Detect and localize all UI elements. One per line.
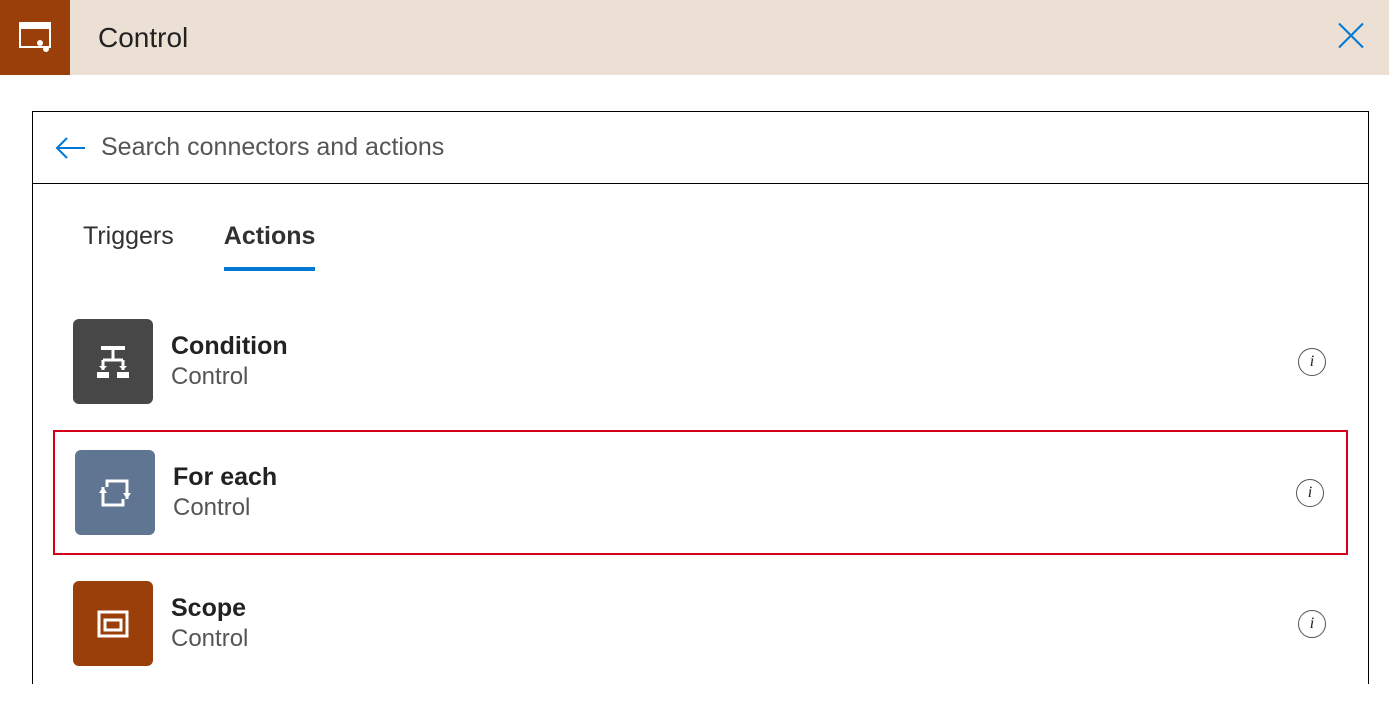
search-input[interactable] [101, 133, 1350, 162]
action-item-scope[interactable]: Scope Control i [53, 563, 1348, 684]
action-picker-panel: Triggers Actions Condition Co [32, 111, 1369, 684]
tab-actions[interactable]: Actions [224, 222, 316, 271]
action-subtitle: Control [171, 625, 1298, 653]
panel-header: Control [0, 0, 1389, 75]
back-button[interactable] [51, 129, 89, 167]
action-list: Condition Control i For each Control i [33, 271, 1368, 684]
info-icon[interactable]: i [1298, 348, 1326, 376]
condition-icon [73, 319, 153, 404]
action-item-foreach[interactable]: For each Control i [53, 430, 1348, 555]
search-bar [33, 112, 1368, 184]
close-button[interactable] [1335, 19, 1367, 56]
action-text: Condition Control [171, 332, 1298, 391]
tabs: Triggers Actions [33, 184, 1368, 271]
action-title: Scope [171, 594, 1298, 623]
scope-icon [73, 581, 153, 666]
action-title: For each [173, 463, 1296, 492]
tab-triggers[interactable]: Triggers [83, 222, 174, 271]
action-title: Condition [171, 332, 1298, 361]
panel-title: Control [98, 22, 188, 54]
action-text: For each Control [173, 463, 1296, 522]
action-subtitle: Control [171, 363, 1298, 391]
info-icon[interactable]: i [1296, 479, 1324, 507]
action-item-condition[interactable]: Condition Control i [53, 301, 1348, 422]
action-text: Scope Control [171, 594, 1298, 653]
control-connector-icon [0, 0, 70, 75]
action-subtitle: Control [173, 494, 1296, 522]
info-icon[interactable]: i [1298, 610, 1326, 638]
foreach-icon [75, 450, 155, 535]
